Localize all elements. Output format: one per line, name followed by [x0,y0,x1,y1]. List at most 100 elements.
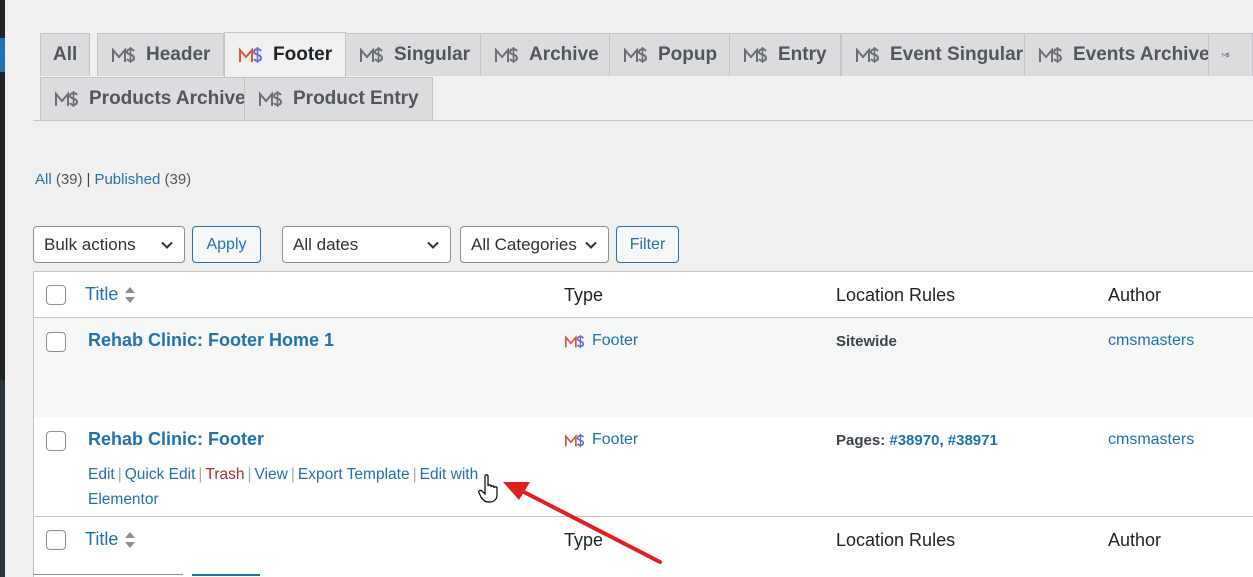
tab-archive[interactable]: Archive [480,33,613,76]
tab-events-archive[interactable]: Events Archive [1024,33,1224,76]
post-title-link[interactable]: Rehab Clinic: Footer [88,429,264,450]
location-separator: , [939,432,944,449]
admin-sidebar-edge [0,0,5,577]
type-link[interactable]: Footer [564,431,638,449]
edit-link[interactable]: Edit [88,466,115,483]
tab-popup[interactable]: Popup [609,33,732,76]
action-separator: | [117,466,122,483]
table-row: Rehab Clinic: Footer Footer Pages: #3897… [34,417,1253,517]
table-header-row: Title Type Location Rules Author [34,272,1253,318]
type-link[interactable]: Footer [564,332,638,350]
row-checkbox[interactable] [46,332,66,352]
cmsmasters-logo-color-icon [239,47,263,63]
trash-link[interactable]: Trash [205,466,244,483]
tab-label: Event Singular [890,44,1024,65]
dates-value: All dates [293,234,359,254]
tab-label: Header [146,44,211,65]
sidebar-edge-lower [0,380,5,577]
tab-label: Products Archive [89,88,246,109]
tab-label: Entry [778,44,827,65]
filter-button[interactable]: Filter [616,226,679,263]
type-label: Footer [592,431,639,448]
location-label: Pages: [836,432,886,449]
categories-select[interactable]: All Categories [460,226,609,263]
sidebar-active-indicator [0,38,5,72]
page-link[interactable]: #38970 [889,432,939,449]
title-column-header[interactable]: Title [85,284,136,305]
apply-button[interactable]: Apply [192,226,261,263]
tab-footer[interactable]: Footer [224,32,347,77]
select-all-checkbox[interactable] [46,530,66,550]
cmsmasters-logo-icon [744,47,768,63]
view-all-link[interactable]: All (39) [35,171,83,188]
quick-edit-link[interactable]: Quick Edit [125,466,196,483]
tab-header[interactable]: Header [97,33,225,76]
cmsmasters-logo-icon [856,47,880,63]
column-label: Title [85,284,119,304]
post-title-link[interactable]: Rehab Clinic: Footer Home 1 [88,330,334,351]
type-column-header: Type [564,285,604,305]
tab-label: Archive [529,44,599,65]
tab-event-singular[interactable]: Event Singular [841,33,1038,76]
chevron-down-icon [585,241,597,249]
action-separator: | [290,466,295,483]
cmsmasters-logo-icon [495,47,519,63]
views-separator: | [86,171,91,188]
type-column-footer: Type [564,530,604,550]
cmsmasters-logo-color-icon [565,433,585,447]
tab-all[interactable]: All [40,33,91,76]
table-footer-row: Title Type Location Rules Author [34,517,1253,563]
author-link[interactable]: cmsmasters [1108,431,1194,449]
page-link[interactable]: #38971 [948,432,998,449]
sort-icon [125,531,136,548]
cmsmasters-logo-icon [112,47,136,63]
tab-overflow[interactable] [1208,33,1253,76]
cmsmasters-logo-color-icon [565,334,585,348]
template-type-tabs: All Header Footer Singular Archive Popup… [33,32,1253,121]
action-separator: | [412,466,417,483]
author-column-header: Author [1108,285,1162,305]
cmsmasters-logo-icon [259,91,283,107]
table-row: Rehab Clinic: Footer Home 1 Footer Sitew… [34,318,1253,417]
cmsmasters-logo-icon [55,91,79,107]
bulk-actions-value: Bulk actions [44,234,136,254]
row-checkbox[interactable] [46,431,66,451]
sort-icon [125,286,136,303]
location-rules-cell: Sitewide [836,333,897,350]
title-column-footer[interactable]: Title [85,529,136,550]
location-column-header: Location Rules [836,285,956,305]
cmsmasters-logo-icon [1222,52,1230,58]
cmsmasters-logo-icon [1039,47,1063,63]
author-column-footer: Author [1108,530,1162,550]
view-link[interactable]: View [255,466,288,483]
row-actions: Edit | Quick Edit | Trash | View | Export Templa… [88,462,528,512]
categories-value: All Categories [471,234,577,254]
column-label: Title [85,529,119,549]
posts-table: Title Type Location Rules Author Rehab C… [33,271,1253,577]
post-status-views: All (39) | Published (39) [35,171,191,188]
tab-label: All [53,44,78,65]
location-rules-cell: Pages: #38970, #38971 [836,432,998,449]
author-link[interactable]: cmsmasters [1108,332,1194,350]
chevron-down-icon [427,241,439,249]
location-column-footer: Location Rules [836,530,956,550]
action-separator: | [247,466,252,483]
tab-product-entry[interactable]: Product Entry [244,77,433,120]
export-template-link[interactable]: Export Template [298,466,410,483]
tab-label: Product Entry [293,88,419,109]
tab-entry[interactable]: Entry [729,33,841,76]
dates-select[interactable]: All dates [282,226,451,263]
action-separator: | [198,466,203,483]
tab-label: Events Archive [1073,44,1210,65]
view-published-link[interactable]: Published (39) [94,171,191,188]
type-label: Footer [592,332,639,349]
bulk-actions-select[interactable]: Bulk actions [33,226,185,263]
tab-label: Popup [658,44,718,65]
cmsmasters-logo-icon [360,47,384,63]
hand-pointer-cursor-icon [478,474,498,503]
tab-singular[interactable]: Singular [345,33,485,76]
select-all-checkbox[interactable] [46,285,66,305]
tab-label: Footer [273,44,333,65]
tab-products-archive[interactable]: Products Archive [40,77,260,120]
chevron-down-icon [161,241,173,249]
